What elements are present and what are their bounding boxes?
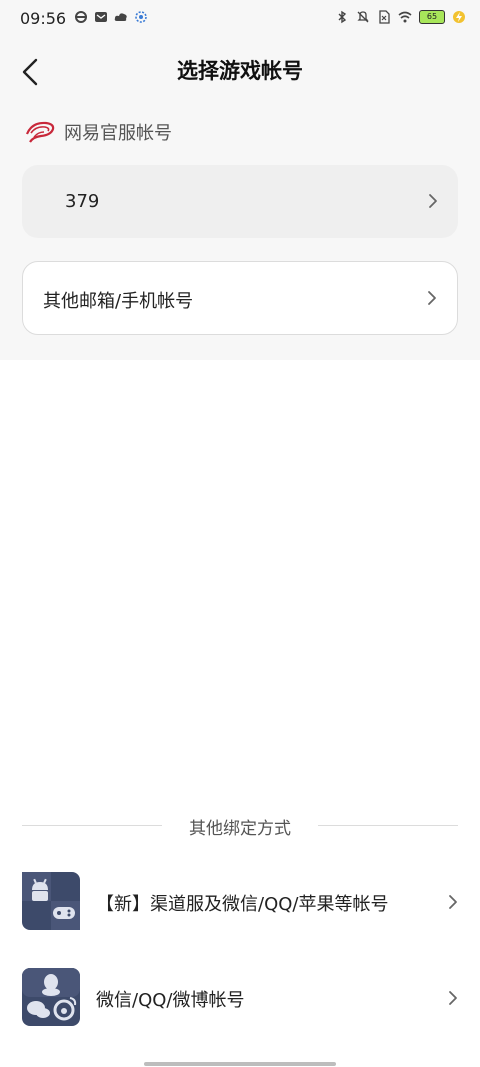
mute-icon xyxy=(357,11,369,23)
social-account-icon xyxy=(22,968,80,1026)
bind-option-label: 微信/QQ/微博帐号 xyxy=(96,990,245,1011)
account-item[interactable]: 379 xyxy=(22,165,458,238)
message-icon xyxy=(95,12,107,22)
charging-icon xyxy=(453,11,465,23)
page-title: 选择游戏帐号 xyxy=(177,59,303,83)
channel-account-icon xyxy=(22,872,80,930)
bind-option-social[interactable]: 微信/QQ/微博帐号 xyxy=(22,968,462,1028)
divider-label: 其他绑定方式 xyxy=(189,819,291,839)
status-right-icons: 65 xyxy=(335,10,466,24)
bind-option-channel[interactable]: 【新】渠道服及微信/QQ/苹果等帐号 xyxy=(22,872,462,932)
home-indicator[interactable] xyxy=(144,1062,336,1066)
account-id: 379 xyxy=(65,191,100,212)
wifi-icon xyxy=(398,11,412,23)
chevron-right-icon xyxy=(428,291,436,305)
section-header: 网易官服帐号 xyxy=(24,118,172,146)
app-notification-icon xyxy=(135,11,147,23)
status-time: 09:56 xyxy=(20,9,67,28)
other-account-label: 其他邮箱/手机帐号 xyxy=(43,291,194,312)
other-account-button[interactable]: 其他邮箱/手机帐号 xyxy=(22,261,458,335)
bluetooth-icon xyxy=(338,10,347,24)
cloud-icon xyxy=(114,13,127,21)
chevron-right-icon xyxy=(449,895,457,909)
no-sim-icon xyxy=(379,10,390,24)
sync-icon xyxy=(75,11,87,23)
chevron-right-icon xyxy=(449,991,457,1005)
chevron-right-icon xyxy=(429,194,437,208)
battery-icon: 65 xyxy=(419,10,445,24)
section-label: 网易官服帐号 xyxy=(64,123,172,144)
bind-option-label: 【新】渠道服及微信/QQ/苹果等帐号 xyxy=(96,894,389,915)
status-bar: 09:56 65 xyxy=(0,0,480,38)
netease-logo-icon xyxy=(25,121,55,143)
status-left-icons xyxy=(74,10,148,24)
